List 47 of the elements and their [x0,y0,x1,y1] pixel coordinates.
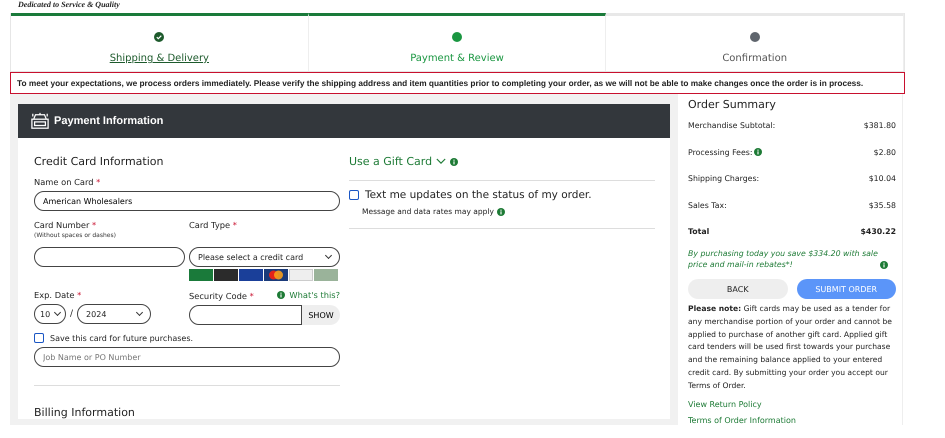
section-heading: Billing Information [34,385,340,419]
name-field[interactable]: American Wholesalers [34,191,340,211]
info-icon [277,291,286,299]
field-label: Card Type * [189,220,238,230]
card-type-dropdown[interactable]: Please select a credit card [189,247,340,267]
checkbox-label: Text me updates on the status of my order. [365,189,592,201]
date-separator: / [70,309,74,319]
policy-link[interactable]: Terms of Order Information [688,416,796,425]
gift-card-link[interactable]: Use a Gift Card [349,155,432,168]
notice-banner: To meet your expectations, we process orders immediately. Please verify the shipping address and item quantities prior to completing your order, as we will not be able to make changes once the order is in process. [10,72,905,94]
chevron-down-icon [436,158,446,165]
info-icon [880,261,888,269]
step-dot-icon [750,32,760,42]
field-label: Security Code * [189,291,254,301]
step-label: Payment & Review [410,53,504,64]
field-label: Card Number * [34,220,98,230]
checkbox[interactable] [34,333,44,343]
info-icon [496,208,505,216]
field-label: Name on Card * [34,177,102,187]
step-dot-icon [452,32,462,42]
security-code-field[interactable] [189,305,302,325]
back-button[interactable]: BACK [688,279,788,299]
step-link[interactable]: Shipping & Delivery [110,53,209,64]
card-logo-icon [239,269,263,281]
panel-title: Payment Information [54,115,164,127]
step-label: Confirmation [722,53,788,64]
check-circle-icon [154,32,164,42]
info-icon [754,148,762,156]
policy-link[interactable]: View Return Policy [688,400,762,409]
card-logo-icon [264,269,288,281]
card-logo-icon [289,269,313,281]
show-button[interactable]: SHOW [302,305,340,325]
card-number-field[interactable] [34,247,185,267]
site-tagline: Dedicated to Service & Quality [17,0,120,9]
field-label: Exp. Date * [34,290,82,300]
checkbox[interactable] [349,190,359,200]
year-dropdown[interactable]: 2024 [77,304,152,324]
card-logo-icon [214,269,238,281]
card-logo-icon [314,269,338,281]
summary-title: Order Summary [688,98,777,111]
info-icon [450,158,458,166]
card-logo-icon [189,269,213,281]
checkbox-label: Save this card for future purchases. [50,334,194,342]
month-dropdown[interactable]: 10 [34,304,66,324]
section-heading: Credit Card Information [34,155,164,168]
register-icon [30,112,50,130]
whats-this-link[interactable]: What's this? [289,290,340,300]
